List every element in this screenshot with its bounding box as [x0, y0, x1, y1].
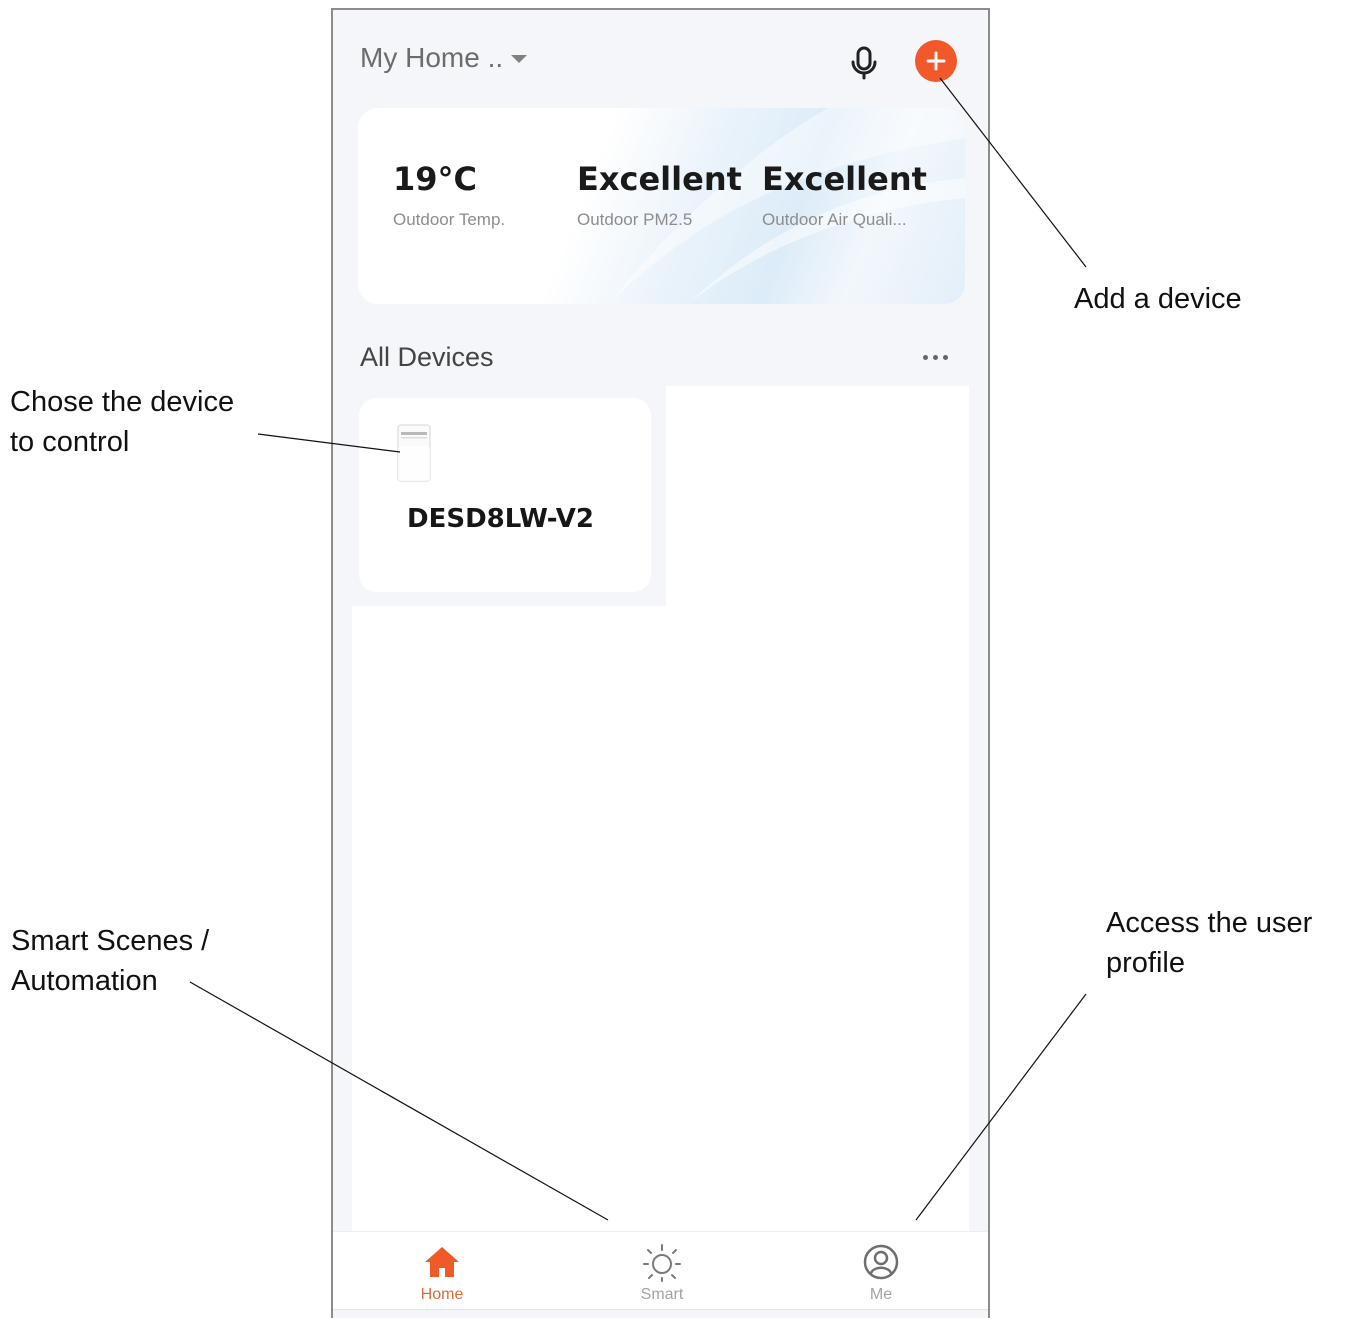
microphone-button[interactable]: [841, 40, 887, 86]
home-icon: [422, 1242, 462, 1282]
system-navigation-strip: [333, 1309, 988, 1318]
more-horizontal-icon-dot: [932, 354, 938, 360]
metric-value: Excellent: [577, 160, 742, 198]
callout-text-line-1: Chose the device: [10, 386, 235, 418]
caret-down-icon: [511, 55, 528, 63]
tab-label: Home: [420, 1286, 464, 1303]
device-name: DESD8LW-V2: [407, 504, 594, 534]
plus-icon: [926, 51, 946, 71]
phone-screen: My Home .. 19°C Outdoor Temp. Excellent …: [331, 8, 990, 1318]
callout-text: Add a device: [1074, 283, 1242, 315]
callout-text-line-2: Automation: [11, 965, 158, 997]
callout-text-line-1: Access the user: [1106, 907, 1313, 939]
metric-value: 19°C: [393, 160, 478, 198]
callout-user-profile: Access the user profile: [1106, 903, 1312, 983]
user-profile-icon: [861, 1242, 901, 1282]
section-title-all-devices: All Devices: [360, 342, 494, 372]
add-device-button[interactable]: [915, 40, 957, 82]
metric-label: Outdoor PM2.5: [577, 210, 693, 229]
weather-card[interactable]: 19°C Outdoor Temp. Excellent Outdoor PM2…: [358, 108, 965, 304]
device-list: DESD8LW-V2: [352, 386, 969, 1231]
tab-label: Smart: [640, 1286, 684, 1303]
tab-me[interactable]: Me: [821, 1232, 941, 1318]
callout-text-line-2: to control: [10, 426, 130, 458]
metric-value: Excellent: [762, 160, 927, 198]
callout-text-line-2: profile: [1106, 947, 1185, 979]
more-horizontal-icon-dot: [922, 354, 928, 360]
tab-label: Me: [869, 1286, 893, 1303]
weather-metric-temperature: 19°C Outdoor Temp.: [393, 158, 505, 230]
weather-metric-pm25: Excellent Outdoor PM2.5: [577, 158, 742, 230]
callout-choose-device: Chose the device to control: [10, 382, 234, 462]
more-horizontal-icon-dot: [942, 354, 948, 360]
dehumidifier-icon: [397, 424, 431, 482]
metric-label: Outdoor Air Quali...: [762, 210, 907, 229]
home-selector[interactable]: My Home ..: [360, 42, 528, 74]
sun-icon: [642, 1242, 682, 1282]
tab-home[interactable]: Home: [382, 1232, 502, 1318]
bottom-tab-bar: Home Smart Me: [333, 1231, 988, 1318]
more-options-button[interactable]: [915, 342, 955, 372]
microphone-icon: [851, 46, 877, 80]
tab-smart[interactable]: Smart: [602, 1232, 722, 1318]
callout-text-line-1: Smart Scenes /: [11, 925, 210, 957]
home-name: My Home ..: [360, 42, 504, 73]
metric-label: Outdoor Temp.: [393, 210, 506, 229]
weather-metric-air-quality: Excellent Outdoor Air Quali...: [762, 158, 927, 230]
device-card[interactable]: DESD8LW-V2: [359, 398, 651, 592]
callout-add-device: Add a device: [1074, 279, 1242, 319]
callout-smart-scenes: Smart Scenes / Automation: [11, 921, 209, 1001]
